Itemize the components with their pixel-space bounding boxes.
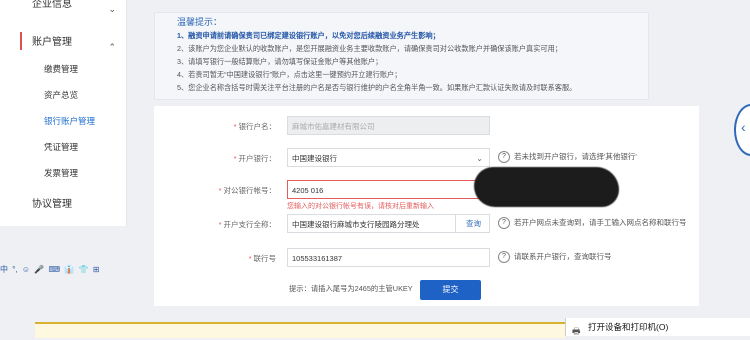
ime-toolbar: 中 °, ☺ 🎤 ⌨ 👔 👕 ⊞: [0, 264, 126, 278]
sidebar-item-assets[interactable]: 资产总览: [0, 82, 126, 108]
branch-query-button[interactable]: 查询: [455, 214, 491, 233]
branch-input-value: 中国建设银行麻城市支行陵园路分理处: [292, 220, 420, 229]
sidebar-item-vouchers[interactable]: 凭证管理: [0, 134, 126, 160]
branch-label: * 开户支行全称：: [218, 220, 276, 229]
help-icon[interactable]: ?: [498, 251, 510, 263]
sidebar-group-agreements[interactable]: 协议管理: [0, 196, 126, 222]
notice-box: 温馨提示： 1、融资申请前请确保贵司已绑定建设银行账户，以免对您后续融资业务产生…: [154, 12, 649, 100]
union-number-hint: 请联系开户银行，查询联行号: [514, 252, 612, 261]
notice-line: 2、该账户为您企业默认的收款账户，是您开展融资业务主要收款账户，请确保贵司对公收…: [177, 44, 562, 53]
ime-keyboard-icon[interactable]: ⌨: [49, 265, 61, 274]
branch-hint: 若开户网点未查询到，请手工输入网点名称和联行号: [514, 218, 687, 227]
ime-punct-icon[interactable]: °,: [12, 265, 17, 274]
chevron-up-icon: ⌃: [108, 42, 116, 52]
chevron-down-icon: ⌄: [108, 4, 116, 14]
bank-select-value: 中国建设银行: [292, 154, 337, 163]
ime-mic-icon[interactable]: 🎤: [34, 265, 44, 274]
bank-account-form: * 银行户名： 麻城市佑嘉建材有限公司 * 开户银行： 中国建设银行 ⌄ ? 若未找…: [154, 106, 699, 306]
submit-button[interactable]: 提交: [420, 280, 481, 300]
sidebar-group-label: 企业信息: [32, 0, 72, 10]
chevron-down-icon: ⌄: [476, 154, 483, 163]
help-icon[interactable]: ?: [498, 151, 510, 163]
account-number-error: 您输入的对公银行帐号有误，请核对后重新输入: [287, 203, 434, 210]
sidebar-group-label: 账户管理: [32, 37, 72, 48]
ime-grid-icon[interactable]: ⊞: [93, 265, 100, 274]
printer-icon: 🖶: [572, 326, 581, 336]
notice-title: 温馨提示：: [177, 17, 223, 27]
ime-emoji-icon[interactable]: ☺: [22, 265, 30, 274]
ime-skin-icon[interactable]: 👔: [64, 265, 74, 274]
bank-label: * 开户银行：: [233, 154, 276, 163]
account-name-input: 麻城市佑嘉建材有限公司: [287, 116, 490, 135]
notice-line: 1、融资申请前请确保贵司已绑定建设银行账户，以免对您后续融资业务产生影响；: [177, 31, 440, 40]
account-name-label: * 银行户名：: [233, 122, 276, 131]
ime-chinese-icon[interactable]: 中: [0, 264, 8, 275]
row-union-number: * 联行号 105533161387 ? 请联系开户银行，查询联行号: [154, 248, 699, 270]
row-account-name: * 银行户名： 麻城市佑嘉建材有限公司: [154, 116, 699, 138]
printer-label: 打开设备和打印机(O): [588, 322, 669, 332]
sidebar: 企业信息 ⌄ 账户管理 ⌃ 缴费管理 资产总览 银行账户管理 凭证管理 发票管理…: [0, 0, 127, 226]
redaction-mark: [474, 167, 619, 207]
ime-shirt-icon[interactable]: 👕: [78, 265, 88, 274]
union-number-label: * 联行号: [248, 254, 276, 263]
bank-hint: 若未找到开户银行，请选择'其他银行': [514, 152, 637, 161]
row-branch: * 开户支行全称： 中国建设银行麻城市支行陵园路分理处 查询 ? 若开户网点未查询…: [154, 214, 699, 236]
ukey-hint: 提示：请插入尾号为2465的主管UKEY: [289, 284, 413, 293]
union-number-input[interactable]: 105533161387: [287, 248, 490, 267]
notice-line: 3、请填写银行一般结算账户，请勿填写保证金账户等其他账户；: [177, 57, 383, 66]
sidebar-group-company-info[interactable]: 企业信息 ⌄: [0, 0, 126, 22]
bank-select[interactable]: 中国建设银行 ⌄: [287, 148, 490, 167]
printer-menu-item[interactable]: 🖶 打开设备和打印机(O): [565, 318, 750, 336]
account-number-input[interactable]: 4205 016: [287, 180, 490, 199]
account-number-label: * 对公银行帐号：: [218, 186, 276, 195]
main-content: 温馨提示： 1、融资申请前请确保贵司已绑定建设银行账户，以免对您后续融资业务产生…: [152, 0, 750, 336]
sidebar-item-bank-accounts[interactable]: 银行账户管理: [0, 108, 126, 134]
notice-line-open-account[interactable]: 4、若贵司暂无“中国建设银行”账户，点击这里一键预约开立建行账户；: [177, 70, 401, 80]
notice-line: 5、您企业名称含括号时需关注平台注册的户名是否与银行维护的户名全角半角一致。如果…: [177, 83, 577, 92]
row-bank: * 开户银行： 中国建设银行 ⌄ ? 若未找到开户银行，请选择'其他银行': [154, 148, 699, 170]
sidebar-item-payment[interactable]: 缴费管理: [0, 56, 126, 82]
chevron-left-icon: ‹: [741, 119, 746, 135]
sidebar-item-invoices[interactable]: 发票管理: [0, 160, 126, 186]
sidebar-group-label: 协议管理: [32, 199, 72, 210]
help-icon[interactable]: ?: [498, 217, 510, 229]
